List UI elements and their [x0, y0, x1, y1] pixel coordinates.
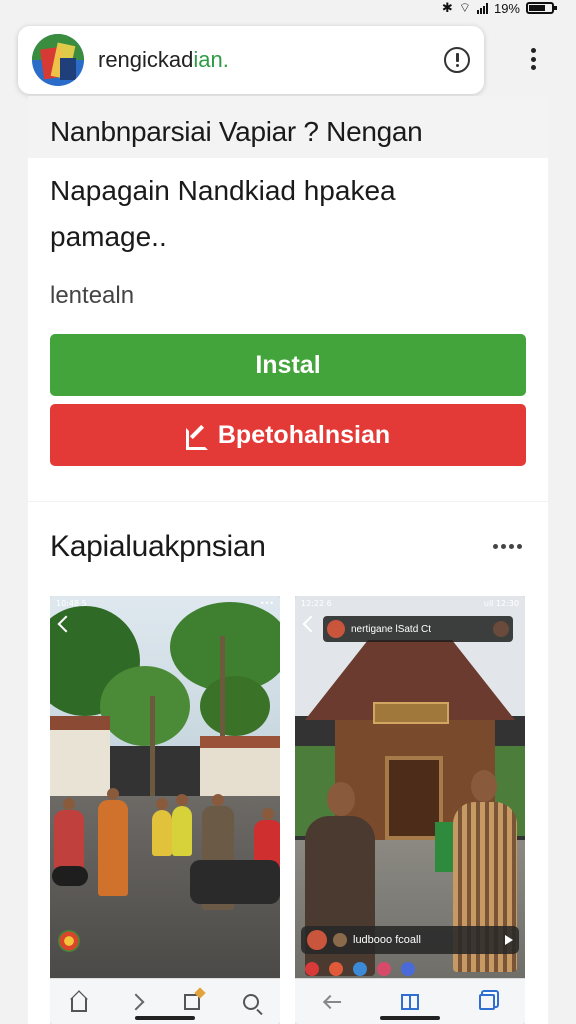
status-bar: ✱ ⌔ 19%: [441, 0, 557, 16]
mini-avatar: [327, 620, 345, 638]
pill-avatar-small: [333, 933, 347, 947]
home-icon: [71, 997, 88, 1012]
mini-status-right: •••: [259, 599, 274, 608]
home-indicator: [135, 1016, 195, 1020]
forward-icon: [127, 993, 145, 1010]
reaction-chips: [305, 962, 415, 976]
screenshot-village-street[interactable]: 10:48 5 •••: [50, 596, 280, 1024]
signal-icon: [476, 2, 488, 14]
tabs-icon: [479, 993, 495, 1010]
app-description: Napagain Nandkiad hpakea pamage..: [50, 175, 396, 252]
screenshots-section: Kapialuakpnsian 10:48 5 ••• 12:22 6 ull …: [28, 502, 548, 1024]
install-button[interactable]: Instal: [50, 334, 526, 396]
info-icon[interactable]: [444, 47, 470, 73]
report-button[interactable]: Bpetohalnsian: [50, 404, 526, 466]
app-meta: lentealn: [50, 282, 135, 309]
share-icon: [184, 993, 201, 1010]
mini-title: nertigane lSatd Ct: [351, 623, 432, 635]
kebab-menu-icon[interactable]: [530, 48, 536, 70]
battery-icon: [526, 2, 557, 14]
play-icon: [505, 935, 513, 945]
edit-icon: [185, 424, 208, 450]
home-indicator: [380, 1016, 440, 1020]
pill-text: ludbooo fcoall: [353, 934, 421, 946]
media-pill: ludbooo fcoall: [301, 926, 519, 954]
search-icon: [242, 993, 259, 1010]
site-logo: [32, 34, 84, 86]
section-title: Kapialuakpnsian: [50, 530, 266, 563]
screenshot-heritage-house[interactable]: 12:22 6 ull 12:30 nertigane lSatd Ct lud…: [295, 596, 525, 1024]
bluetooth-icon: ✱: [441, 0, 453, 15]
flower-icon: [58, 930, 80, 952]
site-name-main: rengickad: [98, 47, 194, 72]
report-label: Bpetohalnsian: [217, 420, 391, 449]
app-card: Nanbnparsiai Vapiar ? Nengan Napagain Na…: [28, 96, 548, 501]
mini-address-bar: nertigane lSatd Ct: [323, 616, 513, 642]
back-arrow-icon: [325, 1000, 341, 1003]
more-options-icon[interactable]: [493, 544, 522, 549]
profile-avatar: [493, 621, 509, 637]
install-label: Instal: [255, 350, 321, 379]
mini-status-left: 10:48 5: [56, 599, 87, 608]
battery-percent: 19%: [493, 0, 520, 16]
site-name: rengickadian.: [98, 47, 229, 73]
book-icon: [401, 993, 419, 1010]
address-bar[interactable]: rengickadian.: [18, 26, 484, 94]
site-name-accent: ian.: [193, 47, 229, 72]
app-title: Nanbnparsiai Vapiar ? Nengan: [28, 96, 548, 158]
wifi-icon: ⌔: [458, 0, 471, 15]
pill-avatar: [307, 930, 327, 950]
mini-status-left: 12:22 6: [301, 599, 332, 608]
mini-status-right: ull 12:30: [483, 599, 519, 608]
